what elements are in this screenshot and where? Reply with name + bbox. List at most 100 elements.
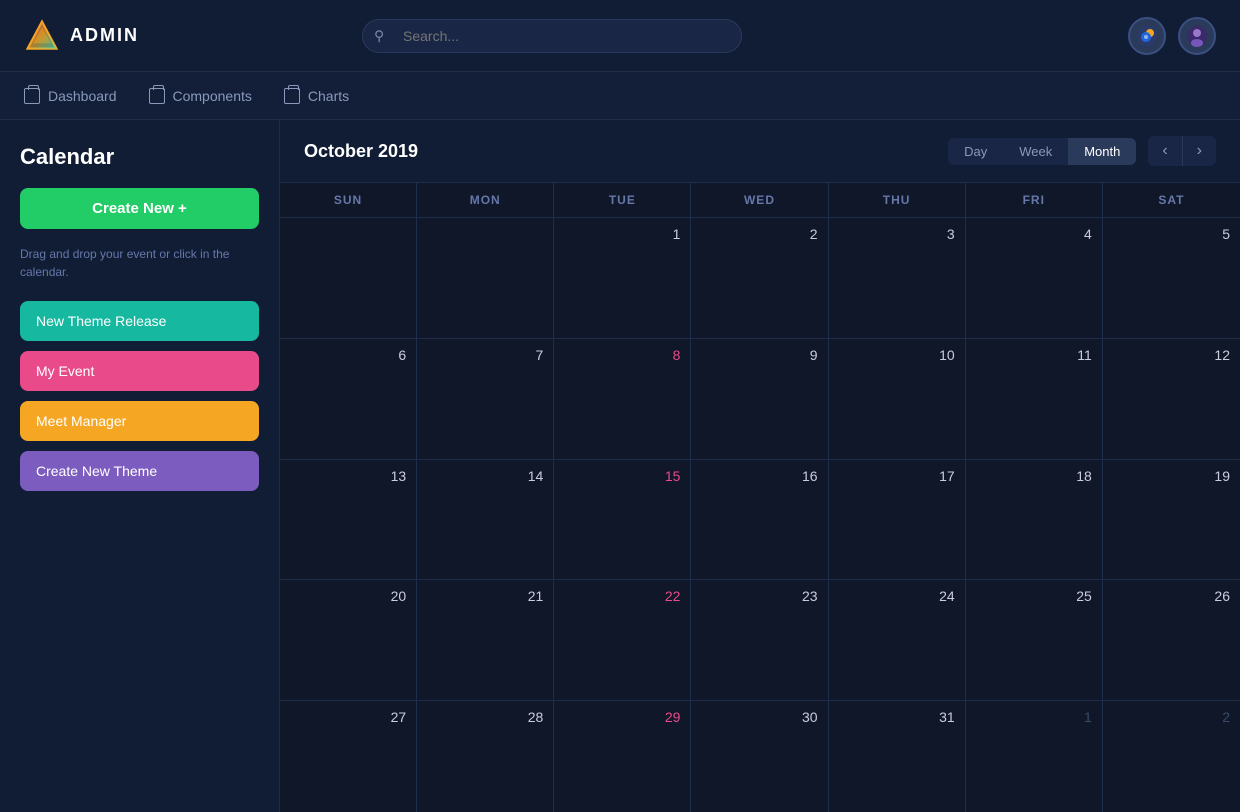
event-tag-create-new-theme[interactable]: Create New Theme (20, 451, 259, 491)
nav-charts-label: Charts (308, 88, 349, 104)
brand-name: ADMIN (70, 25, 139, 46)
calendar-cell-w4-d5[interactable]: 24 (829, 580, 966, 700)
next-month-button[interactable]: › (1183, 136, 1216, 166)
avatar-icon (1185, 24, 1209, 48)
calendar-date-number: 31 (839, 709, 955, 725)
calendar-date-number: 4 (976, 226, 1092, 242)
create-event-button[interactable]: Create New + (20, 188, 259, 229)
drag-hint-text: Drag and drop your event or click in the… (20, 245, 259, 281)
calendar-cell-w1-d6[interactable]: 4 (966, 218, 1103, 338)
sidebar-title: Calendar (20, 144, 259, 170)
calendar-date-number: 10 (839, 347, 955, 363)
calendar-date-number: 5 (1113, 226, 1230, 242)
calendar-date-number: 14 (427, 468, 543, 484)
calendar-cell-w1-d3[interactable]: 1 (554, 218, 691, 338)
calendar-cell-w1-d7[interactable]: 5 (1103, 218, 1240, 338)
nav-charts[interactable]: Charts (284, 84, 349, 108)
calendar-date-number: 9 (701, 347, 817, 363)
day-label-mon: MON (417, 183, 554, 217)
prev-month-button[interactable]: ‹ (1148, 136, 1182, 166)
calendar-week-5: 27 28 29 30 31 12 (280, 701, 1240, 812)
event-tag-new-theme-release[interactable]: New Theme Release (20, 301, 259, 341)
view-toggle: Day Week Month (948, 138, 1136, 165)
calendar-cell-w5-d2[interactable]: 28 (417, 701, 554, 812)
calendar-date-number: 13 (290, 468, 406, 484)
calendar-cell-w4-d1[interactable]: 20 (280, 580, 417, 700)
calendar-cell-w2-d3[interactable]: 8 (554, 339, 691, 459)
calendar-area: October 2019 Day Week Month ‹ › SUN MON … (280, 120, 1240, 812)
nav-components-label: Components (173, 88, 252, 104)
calendar-cell-w4-d6[interactable]: 25 (966, 580, 1103, 700)
calendar-date-number: 2 (1113, 709, 1230, 725)
calendar-cell-w1-d4[interactable]: 2 (691, 218, 828, 338)
calendar-cell-w3-d2[interactable]: 14 (417, 460, 554, 580)
calendar-date-number: 11 (976, 347, 1092, 363)
view-day-button[interactable]: Day (948, 138, 1003, 165)
top-nav: ADMIN ⚲ (0, 0, 1240, 72)
calendar-cell-w5-d3[interactable]: 29 (554, 701, 691, 812)
calendar-cell-w2-d1[interactable]: 6 (280, 339, 417, 459)
calendar-date-number: 27 (290, 709, 406, 725)
calendar-date-number: 23 (701, 588, 817, 604)
calendar-cell-w3-d6[interactable]: 18 (966, 460, 1103, 580)
search-bar[interactable]: ⚲ (362, 19, 742, 53)
calendar-date-number: 6 (290, 347, 406, 363)
view-week-button[interactable]: Week (1003, 138, 1068, 165)
calendar-cell-w3-d1[interactable]: 13 (280, 460, 417, 580)
calendar-cell-w2-d4[interactable]: 9 (691, 339, 828, 459)
sidebar: Calendar Create New + Drag and drop your… (0, 120, 280, 812)
calendar-cell-w3-d5[interactable]: 17 (829, 460, 966, 580)
calendar-date-number: 16 (701, 468, 817, 484)
search-input[interactable] (362, 19, 742, 53)
calendar-day-labels: SUN MON TUE WED THU FRI SAT (280, 183, 1240, 218)
nav-dashboard-label: Dashboard (48, 88, 117, 104)
calendar-header: October 2019 Day Week Month ‹ › (280, 120, 1240, 183)
event-tag-my-event[interactable]: My Event (20, 351, 259, 391)
secondary-nav: Dashboard Components Charts (0, 72, 1240, 120)
event-tag-meet-manager[interactable]: Meet Manager (20, 401, 259, 441)
calendar-cell-w1-d1[interactable] (280, 218, 417, 338)
calendar-cell-w4-d2[interactable]: 21 (417, 580, 554, 700)
calendar-cell-w5-d7[interactable]: 2 (1103, 701, 1240, 812)
calendar-cell-w3-d3[interactable]: 15 (554, 460, 691, 580)
calendar-cell-w1-d2[interactable] (417, 218, 554, 338)
calendar-date-number: 28 (427, 709, 543, 725)
charts-icon (284, 88, 300, 104)
day-label-sun: SUN (280, 183, 417, 217)
calendar-cell-w5-d6[interactable]: 1 (966, 701, 1103, 812)
calendar-week-3: 13 14 15 16 171819 (280, 460, 1240, 581)
nav-dashboard[interactable]: Dashboard (24, 84, 117, 108)
calendar-body: 1234567891011121314151617181920212223242… (280, 218, 1240, 812)
calendar-date-number: 1 (564, 226, 680, 242)
calendar-date-number: 20 (290, 588, 406, 604)
logo-icon (24, 18, 60, 54)
user-avatar[interactable] (1178, 17, 1216, 55)
calendar-cell-w4-d4[interactable]: 23 (691, 580, 828, 700)
calendar-cell-w1-d5[interactable]: 3 (829, 218, 966, 338)
notification-button[interactable] (1128, 17, 1166, 55)
calendar-cell-w3-d4[interactable]: 16 (691, 460, 828, 580)
calendar-cell-w5-d1[interactable]: 27 (280, 701, 417, 812)
calendar-cell-w3-d7[interactable]: 19 (1103, 460, 1240, 580)
calendar-cell-w2-d6[interactable]: 11 (966, 339, 1103, 459)
calendar-cell-w4-d3[interactable]: 22 (554, 580, 691, 700)
calendar-week-4: 20 21 22 23 24 25 26 (280, 580, 1240, 701)
calendar-date-number: 24 (839, 588, 955, 604)
nav-components[interactable]: Components (149, 84, 252, 108)
day-label-tue: TUE (554, 183, 691, 217)
calendar-date-number: 22 (564, 588, 680, 604)
calendar-cell-w2-d2[interactable]: 7 (417, 339, 554, 459)
calendar-date-number: 26 (1113, 588, 1230, 604)
calendar-date-number: 15 (564, 468, 680, 484)
day-label-wed: WED (691, 183, 828, 217)
calendar-cell-w4-d7[interactable]: 26 (1103, 580, 1240, 700)
main-content: Calendar Create New + Drag and drop your… (0, 120, 1240, 812)
calendar-cell-w2-d7[interactable]: 12 (1103, 339, 1240, 459)
calendar-cell-w2-d5[interactable]: 10 (829, 339, 966, 459)
calendar-cell-w5-d4[interactable]: 30 (691, 701, 828, 812)
calendar-date-number: 12 (1113, 347, 1230, 363)
calendar-date-number: 29 (564, 709, 680, 725)
calendar-cell-w5-d5[interactable]: 31 (829, 701, 966, 812)
view-month-button[interactable]: Month (1068, 138, 1136, 165)
calendar-date-number: 25 (976, 588, 1092, 604)
